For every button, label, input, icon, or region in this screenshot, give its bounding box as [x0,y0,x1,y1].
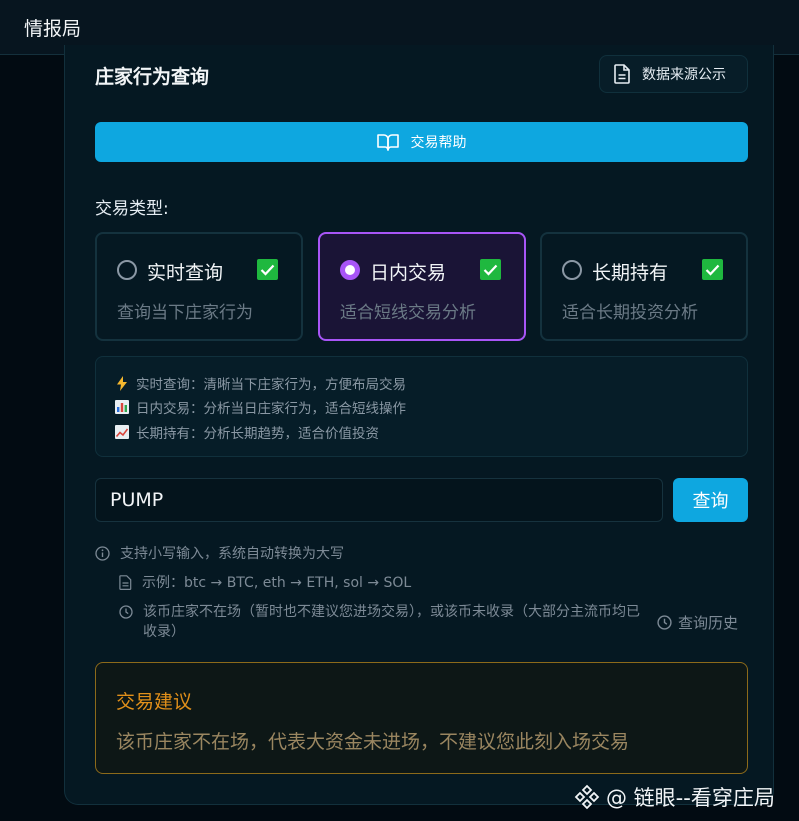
hint-example-text: 示例：btc → BTC, eth → ETH, sol → SOL [142,575,412,591]
hint-example: 示例：btc → BTC, eth → ETH, sol → SOL [119,572,411,592]
trade-type-option-intraday[interactable]: 日内交易 适合短线交易分析 [318,232,526,341]
document-icon [614,64,630,84]
lightning-icon [114,375,130,391]
hint-case: 支持小写输入，系统自动转换为大写 [95,543,344,563]
info-line: 长期持有：分析长期趋势，适合价值投资 [114,422,379,442]
option-name: 实时查询 [147,262,224,284]
query-history-label: 查询历史 [678,614,739,632]
trade-type-option-realtime[interactable]: 实时查询 查询当下庄家行为 [95,232,303,341]
info-icon [95,545,110,561]
checkmark-icon [257,259,278,280]
hint-absent: 该币庄家不在场（暂时也不建议您进场交易），或该币未收录（大部分主流币均已收录） [119,602,647,642]
info-text: 实时查询：清晰当下庄家行为，方便布局交易 [136,377,406,393]
advice-text: 该币庄家不在场，代表大资金未进场，不建议您此刻入场交易 [116,731,630,753]
symbol-search-input[interactable] [95,478,663,522]
option-description: 查询当下庄家行为 [117,303,253,323]
option-description: 适合短线交易分析 [340,303,476,323]
hint-case-text: 支持小写输入，系统自动转换为大写 [120,546,344,562]
radio-button[interactable] [340,260,360,280]
trend-up-icon [114,425,130,439]
trade-type-label: 交易类型: [95,199,169,219]
option-description: 适合长期投资分析 [562,303,698,323]
binance-logo-icon [574,784,600,810]
page-title: 庄家行为查询 [95,66,210,88]
data-source-button[interactable]: 数据来源公示 [599,55,748,93]
option-name: 长期持有 [592,262,669,284]
trade-advice-box: 交易建议 该币庄家不在场，代表大资金未进场，不建议您此刻入场交易 [95,662,748,774]
info-text: 长期持有：分析长期趋势，适合价值投资 [136,426,379,442]
data-source-label: 数据来源公示 [642,67,726,83]
hint-absent-text: 该币庄家不在场（暂时也不建议您进场交易），或该币未收录（大部分主流币均已收录） [143,604,640,640]
document-icon [119,574,132,590]
trade-help-button[interactable]: 交易帮助 [95,122,748,162]
trade-type-option-longterm[interactable]: 长期持有 适合长期投资分析 [540,232,748,341]
query-button[interactable]: 查询 [673,478,748,522]
clock-icon [119,605,133,619]
watermark: @ 链眼--看穿庄局 [574,782,775,812]
info-line: 日内交易：分析当日庄家行为，适合短线操作 [114,397,406,417]
app-title: 情报局 [24,18,82,40]
bar-chart-icon [114,400,130,414]
radio-button[interactable] [117,260,137,280]
info-line: 实时查询：清晰当下庄家行为，方便布局交易 [114,373,406,393]
trade-type-info-box: 实时查询：清晰当下庄家行为，方便布局交易 日内交易：分析当日庄家行为，适合短线操… [95,356,748,457]
clock-icon [657,615,672,630]
checkmark-icon [702,259,723,280]
book-icon [376,134,399,151]
trade-help-label: 交易帮助 [410,135,467,151]
radio-button[interactable] [562,260,582,280]
query-history-button[interactable]: 查询历史 [657,612,738,633]
checkmark-icon [480,259,501,280]
info-text: 日内交易：分析当日庄家行为，适合短线操作 [136,401,406,417]
option-name: 日内交易 [370,262,447,284]
watermark-text: @ 链眼--看穿庄局 [606,786,775,810]
advice-title: 交易建议 [116,691,193,713]
